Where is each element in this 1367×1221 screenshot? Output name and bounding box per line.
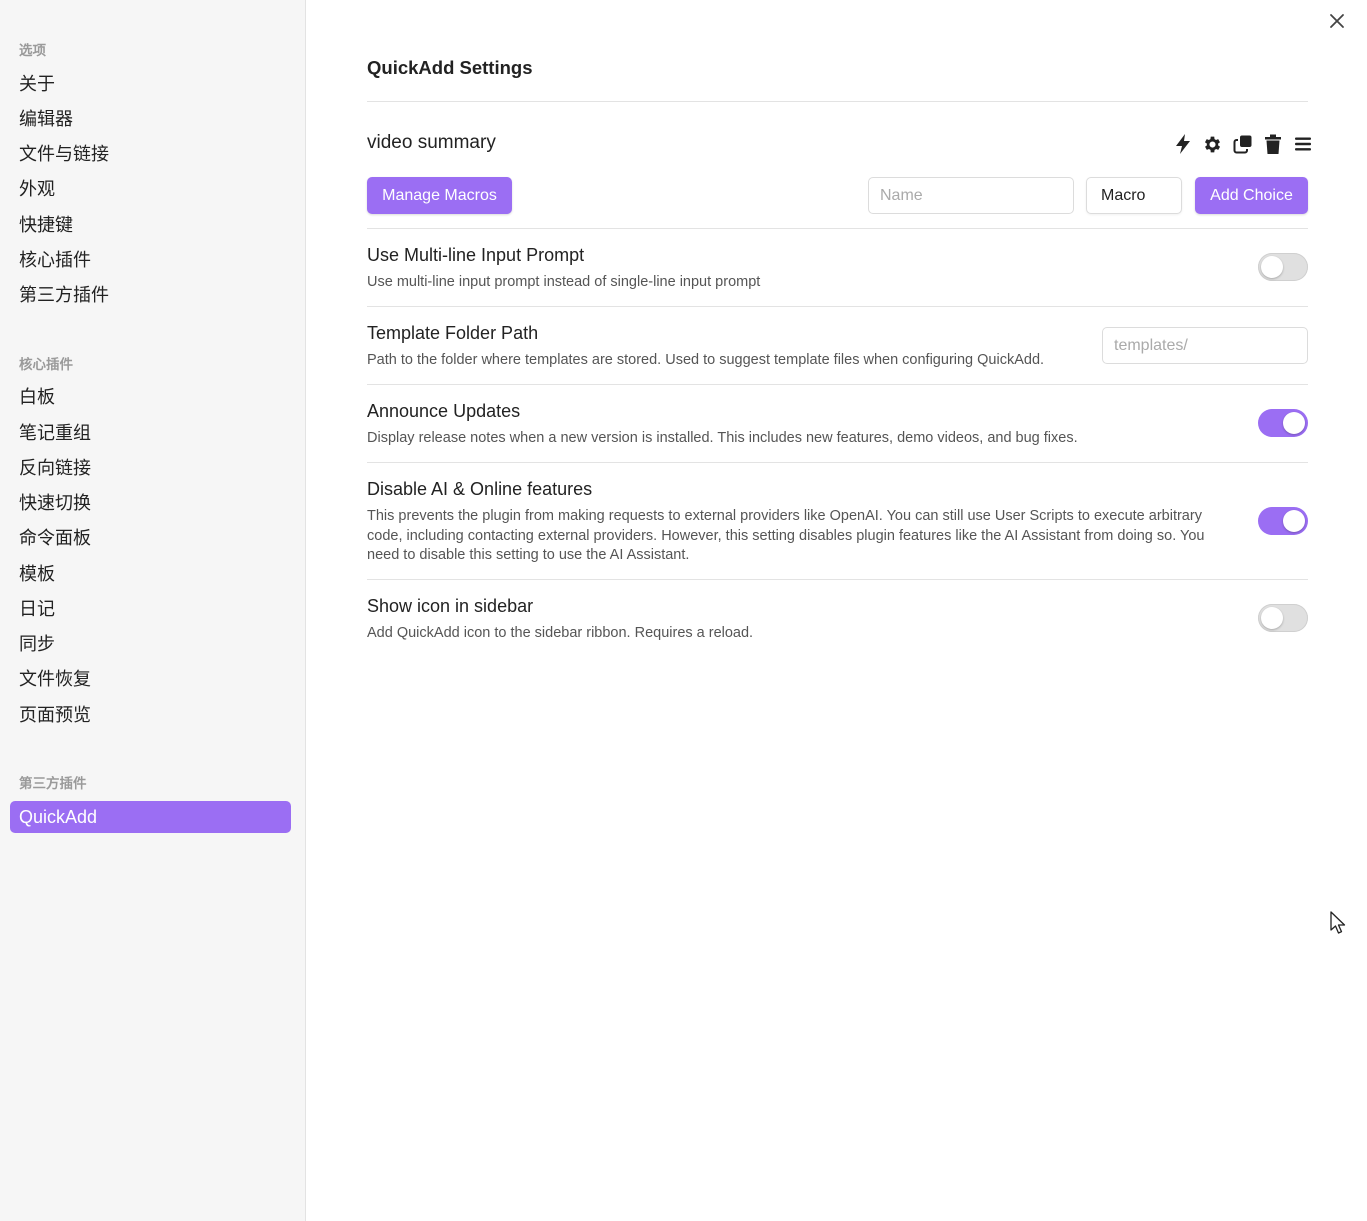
sidebar-item-canvas[interactable]: 白板 — [10, 381, 291, 413]
setting-desc-multiline: Use multi-line input prompt instead of s… — [367, 274, 761, 290]
setting-name-sidebar-icon: Show icon in sidebar — [367, 596, 534, 616]
setting-name-announce: Announce Updates — [367, 401, 521, 421]
setting-desc-announce: Display release notes when a new version… — [367, 430, 1078, 446]
toggle-knob — [1283, 412, 1305, 434]
sidebar-item-core-plugins[interactable]: 核心插件 — [10, 244, 291, 276]
add-choice-button[interactable]: Add Choice — [1195, 177, 1308, 214]
template-folder-input[interactable] — [1102, 327, 1308, 364]
divider — [367, 384, 1308, 385]
multiline-toggle[interactable] — [1258, 253, 1308, 281]
sidebar-item-about[interactable]: 关于 — [10, 68, 291, 100]
divider — [367, 579, 1308, 580]
sidebar-item-quickadd[interactable]: QuickAdd — [10, 801, 291, 833]
choice-actions — [1172, 132, 1313, 156]
toggle-knob — [1261, 256, 1283, 278]
choice-type-select[interactable]: Macro — [1086, 177, 1182, 214]
sidebar-item-command-palette[interactable]: 命令面板 — [10, 522, 291, 554]
setting-name-template-path: Template Folder Path — [367, 323, 539, 343]
setting-name-multiline: Use Multi-line Input Prompt — [367, 245, 585, 265]
sidebar-item-file-recovery[interactable]: 文件恢复 — [10, 663, 291, 695]
page-title: QuickAdd Settings — [367, 57, 533, 78]
section-title-core-plugins: 核心插件 — [19, 357, 73, 372]
sidebar-item-sync[interactable]: 同步 — [10, 628, 291, 660]
setting-desc-sidebar-icon: Add QuickAdd icon to the sidebar ribbon.… — [367, 625, 754, 641]
sidebar-item-community-plugins[interactable]: 第三方插件 — [10, 279, 291, 311]
sidebar-icon-toggle[interactable] — [1258, 604, 1308, 632]
toggle-knob — [1261, 607, 1283, 629]
sidebar-item-note-composer[interactable]: 笔记重组 — [10, 417, 291, 449]
settings-sidebar: 选项 关于 编辑器 文件与链接 外观 快捷键 核心插件 第三方插件 核心插件 白… — [0, 0, 306, 1221]
divider — [367, 462, 1308, 463]
sidebar-item-files-links[interactable]: 文件与链接 — [10, 138, 291, 170]
lightning-icon[interactable] — [1172, 132, 1193, 156]
disable-ai-toggle[interactable] — [1258, 507, 1308, 535]
close-icon[interactable] — [1327, 11, 1347, 31]
divider — [367, 306, 1308, 307]
section-title-community-plugins: 第三方插件 — [19, 776, 87, 791]
gear-icon[interactable] — [1202, 132, 1223, 156]
drag-handle-icon[interactable] — [1292, 132, 1313, 156]
divider — [367, 101, 1308, 102]
sidebar-item-backlinks[interactable]: 反向链接 — [10, 452, 291, 484]
divider — [367, 228, 1308, 229]
sidebar-item-quick-switcher[interactable]: 快速切换 — [10, 487, 291, 519]
mouse-cursor-icon — [1330, 911, 1348, 935]
choice-name-input[interactable] — [868, 177, 1074, 214]
toggle-knob — [1283, 510, 1305, 532]
sidebar-item-appearance[interactable]: 外观 — [10, 173, 291, 205]
choice-name: video summary — [367, 132, 496, 153]
sidebar-item-daily-notes[interactable]: 日记 — [10, 593, 291, 625]
setting-desc-disable-ai: This prevents the plugin from making req… — [367, 508, 1205, 563]
manage-macros-button[interactable]: Manage Macros — [367, 177, 512, 214]
duplicate-icon[interactable] — [1232, 132, 1253, 156]
setting-desc-template-path: Path to the folder where templates are s… — [367, 352, 1045, 368]
sidebar-item-hotkeys[interactable]: 快捷键 — [10, 209, 291, 241]
section-title-options: 选项 — [19, 43, 46, 58]
sidebar-item-templates[interactable]: 模板 — [10, 558, 291, 590]
trash-icon[interactable] — [1262, 132, 1283, 156]
sidebar-item-editor[interactable]: 编辑器 — [10, 103, 291, 135]
setting-name-disable-ai: Disable AI & Online features — [367, 479, 593, 499]
announce-updates-toggle[interactable] — [1258, 409, 1308, 437]
sidebar-item-page-preview[interactable]: 页面预览 — [10, 699, 291, 731]
